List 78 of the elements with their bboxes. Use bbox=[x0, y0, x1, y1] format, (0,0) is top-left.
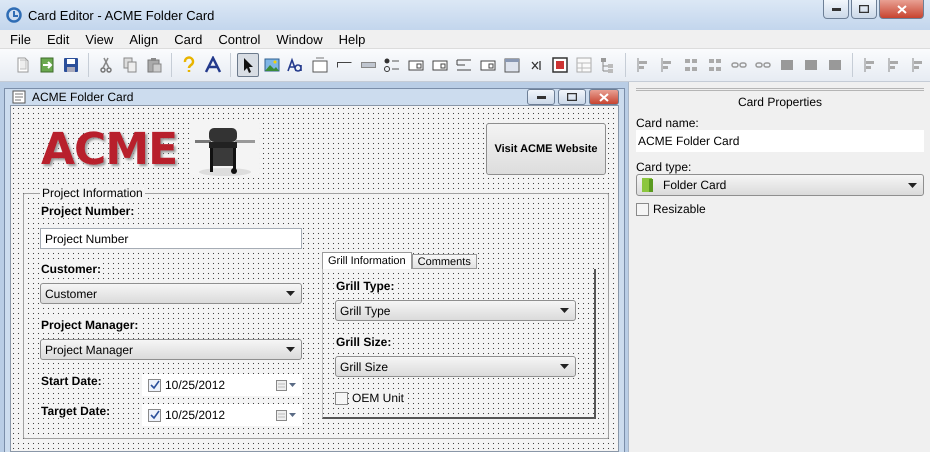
font-icon bbox=[204, 56, 222, 74]
field-label: Customer: bbox=[40, 262, 102, 276]
label-icon bbox=[287, 56, 305, 74]
minimize-icon bbox=[536, 96, 546, 98]
menu-item[interactable]: Window bbox=[268, 32, 331, 46]
menu-item[interactable]: Help bbox=[330, 32, 374, 46]
panel-title: Card Properties bbox=[636, 88, 924, 112]
save-icon bbox=[62, 56, 80, 74]
dropdown-arrow-icon bbox=[286, 347, 295, 352]
minimize-icon bbox=[832, 8, 840, 10]
app-icon bbox=[6, 7, 22, 23]
text-field[interactable]: ACME Folder Card bbox=[636, 130, 924, 152]
line-icon bbox=[336, 62, 352, 68]
minimize-button[interactable] bbox=[527, 89, 555, 105]
bar-icon bbox=[360, 62, 376, 68]
dropdown-field[interactable]: Customer bbox=[40, 283, 302, 304]
paste-icon bbox=[145, 56, 163, 74]
logo: ACME bbox=[41, 124, 178, 174]
window-title: ACME Folder Card bbox=[32, 90, 134, 104]
image-icon bbox=[263, 56, 281, 74]
dropdown-arrow-icon bbox=[560, 364, 569, 369]
maximize-icon bbox=[859, 5, 869, 13]
close-icon bbox=[896, 4, 906, 14]
dropdown-arrow-icon bbox=[560, 308, 569, 313]
menu-item[interactable]: View bbox=[77, 32, 122, 46]
grid-icon bbox=[575, 56, 593, 74]
field-label: Card type: bbox=[636, 160, 692, 174]
field-label: Target Date: bbox=[40, 404, 112, 418]
calendar-icon bbox=[276, 380, 296, 390]
checkbox[interactable] bbox=[148, 408, 161, 422]
menu-item[interactable]: Control bbox=[210, 32, 268, 46]
close-button[interactable] bbox=[879, 0, 924, 19]
checkbox[interactable] bbox=[148, 378, 161, 392]
close-button[interactable] bbox=[589, 89, 619, 105]
tab[interactable]: Grill Information bbox=[322, 252, 412, 269]
dropdown-arrow-icon bbox=[908, 182, 917, 188]
field-label: Card name: bbox=[636, 116, 700, 130]
checkbox[interactable] bbox=[335, 392, 348, 404]
menu-item[interactable]: File bbox=[2, 32, 39, 46]
minimize-button[interactable] bbox=[823, 0, 849, 19]
dropdown-field[interactable]: Project Manager bbox=[40, 339, 302, 360]
checkbox-label: Resizable bbox=[653, 202, 706, 216]
toolbar-button[interactable] bbox=[237, 53, 259, 77]
dropdown-field[interactable]: Grill Size bbox=[335, 356, 576, 377]
radio-icon bbox=[383, 56, 401, 74]
maximize-icon bbox=[567, 93, 577, 101]
field-label: Start Date: bbox=[40, 374, 103, 388]
menu-item[interactable]: Edit bbox=[38, 32, 78, 46]
calendar-icon bbox=[276, 410, 296, 420]
maximize-button[interactable] bbox=[851, 0, 877, 19]
maximize-button[interactable] bbox=[558, 89, 586, 105]
field-label: Grill Size: bbox=[335, 335, 392, 349]
menu-item[interactable]: Card bbox=[166, 32, 210, 46]
checkbox[interactable] bbox=[636, 202, 649, 216]
close-icon bbox=[599, 92, 609, 102]
field-label: Project Number: bbox=[40, 204, 136, 218]
text-field[interactable]: Project Number bbox=[40, 228, 302, 249]
checkbox-label: OEM Unit bbox=[352, 391, 404, 405]
spacing-icon bbox=[682, 56, 700, 74]
field-label: Grill Type: bbox=[335, 279, 396, 293]
import-icon bbox=[38, 56, 56, 74]
folder-icon bbox=[641, 177, 655, 193]
menu-item[interactable]: Align bbox=[121, 32, 166, 46]
group-title: Project Information bbox=[40, 186, 145, 200]
window-title: Card Editor - ACME Folder Card bbox=[28, 8, 216, 22]
field-label: Project Manager: bbox=[40, 318, 140, 332]
calendar-icon bbox=[551, 56, 569, 74]
website-button[interactable]: Visit ACME Website bbox=[486, 123, 606, 175]
dropdown-field[interactable]: Grill Type bbox=[335, 300, 576, 321]
panel-icon bbox=[503, 56, 521, 74]
date-picker[interactable]: 10/25/2012 bbox=[142, 404, 302, 426]
dropdown-field[interactable]: Folder Card bbox=[636, 174, 924, 196]
textbox-icon bbox=[311, 56, 329, 74]
dropdown-arrow-icon bbox=[286, 291, 295, 296]
spacing-icon bbox=[706, 56, 724, 74]
tab[interactable]: Comments bbox=[412, 254, 477, 269]
date-picker[interactable]: 10/25/2012 bbox=[142, 374, 302, 396]
copy-icon bbox=[121, 56, 139, 74]
